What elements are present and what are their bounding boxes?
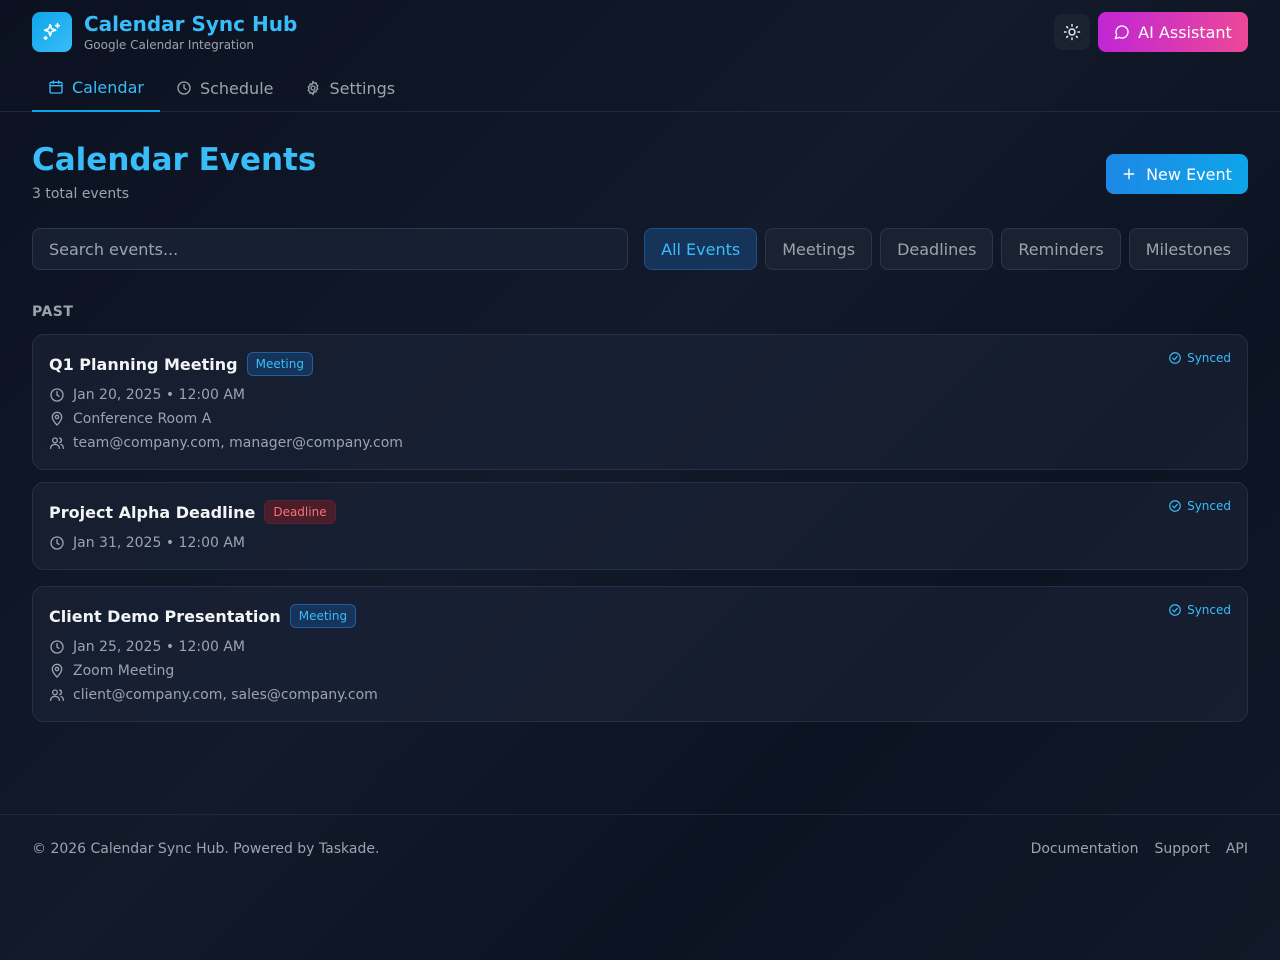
event-count: 3 total events [32, 186, 129, 202]
event-title: Project Alpha Deadline [49, 502, 256, 522]
gear-icon [307, 80, 320, 96]
copyright-text: © 2026 Calendar Sync Hub. Powered by Tas… [32, 841, 380, 857]
app-header: Calendar Sync Hub Google Calendar Integr… [0, 0, 1280, 112]
filter-all-events[interactable]: All Events [644, 228, 758, 270]
filter-reminders[interactable]: Reminders [1001, 228, 1121, 270]
event-title: Client Demo Presentation [49, 606, 281, 626]
ai-assistant-button[interactable]: AI Assistant [1098, 12, 1248, 52]
section-heading-past: PAST [32, 304, 74, 320]
message-circle-icon [1114, 25, 1129, 40]
event-attendees-text: client@company.com, sales@company.com [73, 687, 378, 703]
sync-status: Synced [1168, 499, 1231, 513]
tab-settings[interactable]: Settings [289, 64, 411, 112]
event-datetime-text: Jan 25, 2025 • 12:00 AM [73, 639, 245, 655]
clock-icon [177, 81, 191, 95]
calendar-icon [49, 80, 63, 94]
sync-status: Synced [1168, 351, 1231, 365]
ai-assistant-label: AI Assistant [1138, 22, 1232, 42]
users-icon [50, 437, 64, 449]
footer-links: Documentation Support API [1031, 841, 1248, 857]
check-circle-icon [1169, 352, 1181, 364]
sync-status-label: Synced [1187, 499, 1231, 513]
plus-icon [1123, 168, 1135, 180]
event-card[interactable]: Project Alpha Deadline Deadline Synced J… [32, 482, 1248, 570]
clock-icon [50, 536, 64, 550]
event-type-badge: Meeting [246, 352, 313, 376]
tab-label: Schedule [199, 78, 274, 98]
event-datetime-text: Jan 20, 2025 • 12:00 AM [73, 387, 245, 403]
clock-icon [50, 388, 64, 402]
event-attendees: team@company.com, manager@company.com [49, 431, 1231, 455]
new-event-button[interactable]: New Event [1106, 154, 1248, 194]
search-input[interactable] [32, 228, 628, 270]
filter-group: All Events Meetings Deadlines Reminders … [644, 228, 1248, 270]
app-footer: © 2026 Calendar Sync Hub. Powered by Tas… [0, 814, 1280, 884]
app-subtitle: Google Calendar Integration [84, 38, 255, 52]
event-title: Q1 Planning Meeting [49, 354, 238, 374]
theme-toggle-button[interactable] [1054, 14, 1090, 50]
tab-label: Calendar [72, 77, 144, 97]
event-location: Conference Room A [49, 407, 1231, 431]
new-event-label: New Event [1146, 164, 1232, 184]
tab-label: Settings [329, 78, 396, 98]
sparkles-icon [32, 12, 72, 52]
footer-link-documentation[interactable]: Documentation [1031, 841, 1139, 857]
page-title: Calendar Events [32, 142, 317, 178]
brand: Calendar Sync Hub Google Calendar Integr… [32, 12, 297, 52]
check-circle-icon [1169, 500, 1181, 512]
sync-status-label: Synced [1187, 351, 1231, 365]
filter-milestones[interactable]: Milestones [1128, 228, 1248, 270]
users-icon [50, 689, 64, 701]
footer-link-api[interactable]: API [1226, 841, 1248, 857]
app-title: Calendar Sync Hub [84, 12, 298, 36]
event-card[interactable]: Q1 Planning Meeting Meeting Synced Jan 2… [32, 334, 1248, 470]
filter-meetings[interactable]: Meetings [765, 228, 873, 270]
event-card[interactable]: Client Demo Presentation Meeting Synced … [32, 586, 1248, 722]
filter-deadlines[interactable]: Deadlines [880, 228, 994, 270]
event-datetime: Jan 31, 2025 • 12:00 AM [49, 531, 1231, 555]
sun-icon [1063, 23, 1081, 41]
event-datetime: Jan 20, 2025 • 12:00 AM [49, 383, 1231, 407]
sync-status: Synced [1168, 603, 1231, 617]
footer-link-support[interactable]: Support [1155, 841, 1210, 857]
map-pin-icon [51, 663, 63, 678]
check-circle-icon [1169, 604, 1181, 616]
tab-schedule[interactable]: Schedule [160, 64, 290, 112]
event-location-text: Zoom Meeting [73, 663, 175, 679]
map-pin-icon [51, 411, 63, 426]
event-location-text: Conference Room A [73, 411, 212, 427]
sync-status-label: Synced [1187, 603, 1231, 617]
tab-calendar[interactable]: Calendar [32, 64, 160, 112]
event-type-badge: Meeting [289, 604, 357, 628]
event-location: Zoom Meeting [49, 659, 1231, 683]
event-datetime: Jan 25, 2025 • 12:00 AM [49, 635, 1231, 659]
clock-icon [50, 640, 64, 654]
event-datetime-text: Jan 31, 2025 • 12:00 AM [73, 535, 245, 551]
event-attendees-text: team@company.com, manager@company.com [73, 435, 403, 451]
event-attendees: client@company.com, sales@company.com [49, 683, 1231, 707]
main-tabs: Calendar Schedule Settings [32, 64, 411, 112]
event-type-badge: Deadline [264, 500, 336, 524]
